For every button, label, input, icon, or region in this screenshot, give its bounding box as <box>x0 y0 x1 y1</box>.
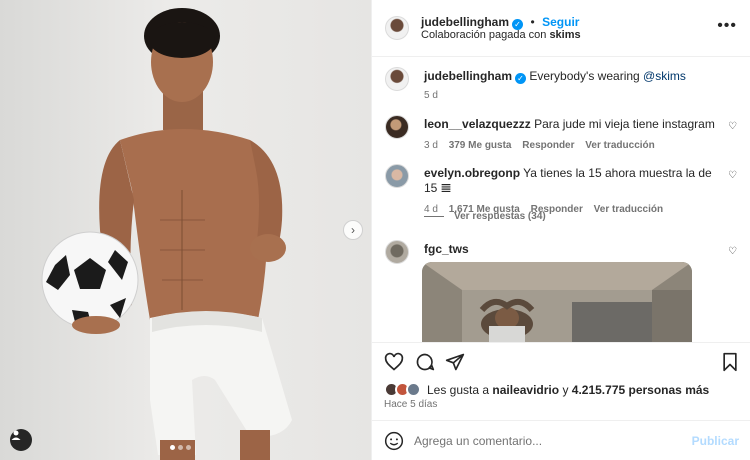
commenter-username[interactable]: fgc_tws <box>424 242 469 256</box>
caption-mention[interactable]: @skims <box>643 69 686 83</box>
comment-bubble-icon[interactable] <box>415 352 435 372</box>
comment-text: Para jude mi vieja tiene instagram <box>534 117 715 131</box>
author-username[interactable]: judebellingham <box>421 15 509 29</box>
commenter-username[interactable]: evelyn.obregonp <box>424 166 520 180</box>
commenter-avatar[interactable] <box>385 240 409 264</box>
publish-button[interactable]: Publicar <box>692 434 739 448</box>
carousel-dot <box>186 445 191 450</box>
commenter-avatar[interactable] <box>385 164 409 188</box>
chevron-right-icon: › <box>351 223 355 237</box>
comment-body: leon__velazquezzz Para jude mi vieja tie… <box>424 117 724 153</box>
comment-gif-image[interactable] <box>422 262 692 342</box>
paid-partnership-label: Colaboración pagada con <box>421 29 547 41</box>
caption-body: judebellingham ✓ Everybody's wearing @ski… <box>424 69 724 103</box>
carousel-dot <box>178 445 183 450</box>
comment-likes[interactable]: 379 Me gusta <box>449 140 512 151</box>
author-avatar[interactable] <box>385 16 409 40</box>
paid-partnership-line: Colaboración pagada con skims <box>421 29 581 41</box>
comment-time: 3 d <box>424 140 438 151</box>
like-comment-heart-icon[interactable]: ♡ <box>728 246 737 257</box>
view-replies-button[interactable]: Ver respuestas (34) <box>424 211 546 222</box>
carousel-indicator <box>170 445 191 450</box>
post-photo <box>41 8 292 460</box>
caption-text: Everybody's wearing <box>529 69 640 83</box>
save-bookmark-icon[interactable] <box>721 352 739 372</box>
liker-avatar <box>406 382 421 397</box>
share-send-icon[interactable] <box>445 352 465 372</box>
comment-body: evelyn.obregonp Ya tienes la 15 ahora mu… <box>424 166 724 217</box>
likes-summary[interactable]: Les gusta a naileavidrio y 4.215.775 per… <box>384 382 709 397</box>
commenter-avatar[interactable] <box>385 115 409 139</box>
more-options-icon[interactable]: ••• <box>717 17 737 35</box>
post-sidebar: judebellingham ✓ • Seguir Colaboración pa… <box>371 0 750 460</box>
separator-dot: • <box>530 15 535 29</box>
emoji-smile-icon[interactable] <box>384 431 404 451</box>
caption-username[interactable]: judebellingham <box>424 69 512 83</box>
comment-meta: 3 d 379 Me gusta Responder Ver traducció… <box>424 138 724 153</box>
verified-badge-icon: ✓ <box>515 73 527 84</box>
comment-body: fgc_tws <box>424 242 724 257</box>
like-comment-heart-icon[interactable]: ♡ <box>728 170 737 181</box>
user-icon <box>11 430 21 440</box>
tagged-users-button[interactable] <box>10 429 32 451</box>
instagram-post-modal: › judebellingham✓ • Seguir Colaboración <box>0 0 750 460</box>
likes-count[interactable]: 4.215.775 personas más <box>572 383 709 397</box>
likes-middle: y <box>562 382 569 397</box>
partner-link[interactable]: skims <box>549 29 580 41</box>
comment-input[interactable] <box>414 431 674 451</box>
likes-prefix: Les gusta a <box>427 382 490 397</box>
caption-time: 5 d <box>424 90 438 101</box>
view-replies-label: Ver respuestas (34) <box>454 211 546 222</box>
add-comment-bar: Publicar <box>372 420 750 460</box>
liker-avatars <box>384 382 421 397</box>
gif-scene <box>422 262 692 342</box>
author-avatar[interactable] <box>385 67 409 91</box>
translate-button[interactable]: Ver traducción <box>594 204 663 215</box>
liker-username[interactable]: naileavidrio <box>492 383 559 397</box>
post-header: judebellingham ✓ • Seguir Colaboración pa… <box>372 0 750 57</box>
replies-divider <box>424 216 444 217</box>
reply-button[interactable]: Responder <box>522 140 574 151</box>
next-image-button[interactable]: › <box>343 220 363 240</box>
carousel-dot <box>170 445 175 450</box>
translate-button[interactable]: Ver traducción <box>585 140 654 151</box>
comments-list[interactable]: judebellingham ✓ Everybody's wearing @ski… <box>372 57 750 342</box>
post-media[interactable]: › <box>0 0 371 460</box>
like-heart-icon[interactable] <box>384 352 404 372</box>
follow-button[interactable]: Seguir <box>542 15 579 29</box>
post-timestamp: Hace 5 días <box>384 399 438 410</box>
commenter-username[interactable]: leon__velazquezzz <box>424 117 531 131</box>
post-actions-bar <box>372 342 750 382</box>
like-comment-heart-icon[interactable]: ♡ <box>728 121 737 132</box>
